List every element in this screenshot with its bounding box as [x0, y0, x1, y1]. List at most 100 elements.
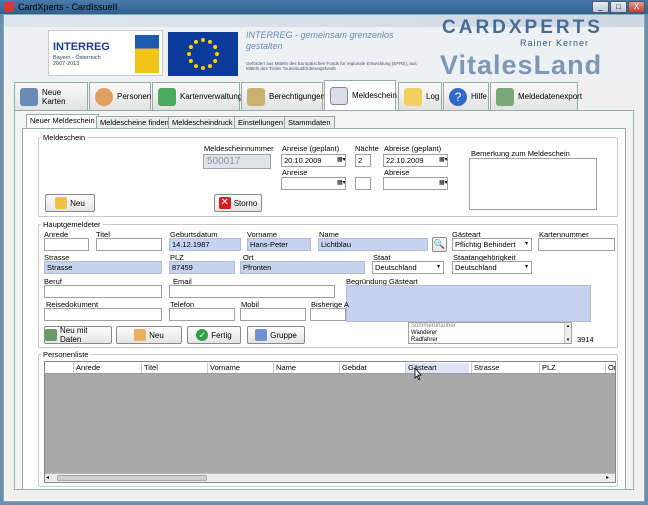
subtab-meldescheine-finden[interactable]: Meldescheine finden — [96, 116, 173, 128]
subtab-einstellungen[interactable]: Einstellungen — [234, 116, 288, 128]
plz-input[interactable]: 87459 — [169, 261, 235, 274]
naechte-input[interactable]: 2 — [355, 154, 371, 167]
staatangehoerigkeit-select[interactable]: Deutschland ▾ — [452, 261, 532, 274]
staat-select[interactable]: Deutschland ▾ — [372, 261, 444, 274]
list-item[interactable]: Wanderer — [411, 330, 569, 337]
chevron-down-icon[interactable]: ▾ — [523, 264, 530, 271]
title-bar: CardXperts - CardIssueII _ □ X — [0, 0, 648, 14]
scroll-right-icon[interactable]: ▸ — [606, 474, 614, 482]
naechte-actual-input[interactable] — [355, 177, 371, 190]
tab-label: Personen — [117, 92, 152, 101]
kartennummer-input[interactable] — [538, 238, 615, 251]
neu-mit-daten-button[interactable]: Neu mit Daten — [44, 326, 112, 344]
clipboard-icon — [404, 87, 422, 106]
tab-label: Meldedatenexport — [518, 92, 583, 101]
eu-stars-icon — [187, 38, 219, 70]
titel-input[interactable] — [96, 238, 162, 251]
storno-button[interactable]: ✕ Storno — [214, 194, 262, 212]
tab-log[interactable]: Log — [398, 82, 442, 110]
chevron-down-icon[interactable]: ▾ — [435, 264, 442, 271]
email-input[interactable] — [169, 285, 335, 298]
help-icon: ? — [449, 87, 467, 106]
bisherige-input[interactable] — [310, 308, 346, 321]
abreise-geplant-picker[interactable]: 22.10.2009 ▦▾ — [383, 154, 448, 167]
new-doc-icon — [55, 197, 68, 209]
subtab-stammdaten[interactable]: Stammdaten — [284, 116, 335, 128]
anreise-geplant-picker[interactable]: 20.10.2009 ▦▾ — [281, 154, 346, 167]
cardxperts-logo: CARDXPERTS — [442, 17, 603, 38]
gaesteart-listbox[interactable]: Sommerurlauber Wanderer Radfahrer ▴ ▾ — [408, 322, 572, 344]
strasse-input[interactable]: Strasse — [44, 261, 162, 274]
tab-hilfe[interactable]: ? Hilfe — [443, 82, 489, 110]
calendar-icon[interactable]: ▦▾ — [439, 157, 447, 164]
grid-horizontal-scrollbar[interactable]: ◂ ▸ — [45, 473, 615, 482]
col-plz[interactable]: PLZ — [539, 363, 605, 373]
check-icon: ✓ — [196, 329, 209, 341]
tab-meldeschein[interactable]: Meldeschein — [324, 80, 397, 110]
tab-berechtigungen[interactable]: Berechtigungen — [241, 82, 325, 110]
tab-kartenverwaltung[interactable]: Kartenverwaltung — [152, 82, 243, 110]
button-label: Neu — [149, 330, 164, 340]
chevron-down-icon[interactable]: ▾ — [523, 241, 530, 248]
mobil-input[interactable] — [240, 308, 306, 321]
vitalesland-logo: VitalesLand — [440, 50, 603, 80]
name-input[interactable]: Lichtblau — [318, 238, 428, 251]
bemerkung-textarea[interactable] — [469, 158, 597, 210]
personen-grid[interactable] — [44, 361, 616, 483]
meldeschein-new-button[interactable]: Neu — [45, 194, 95, 212]
calendar-icon[interactable]: ▦▾ — [337, 157, 345, 164]
group-title: Meldeschein — [43, 133, 86, 142]
vorname-input[interactable]: Hans-Peter — [247, 238, 311, 251]
gruppe-button[interactable]: Gruppe — [247, 326, 305, 344]
col-titel[interactable]: Titel — [141, 363, 207, 373]
reisedokument-input[interactable] — [44, 308, 162, 321]
abreise-label: Abreise — [384, 168, 410, 177]
geburtsdatum-input[interactable]: 14.12.1987 — [169, 238, 241, 251]
telefon-input[interactable] — [169, 308, 235, 321]
subtab-neuer-meldeschein[interactable]: Neuer Meldeschein — [26, 114, 99, 128]
tab-personen[interactable]: Personen — [89, 82, 151, 110]
close-button[interactable]: X — [628, 1, 645, 13]
maximize-button[interactable]: □ — [610, 1, 627, 13]
calendar-icon[interactable]: ▦▾ — [439, 180, 447, 187]
bemerkung-label: Bemerkung zum Meldeschein — [471, 149, 570, 158]
col-ort[interactable]: Ort — [605, 363, 615, 373]
tab-label: Hilfe — [471, 92, 488, 101]
col-anrede[interactable]: Anrede — [73, 363, 141, 373]
document-icon — [330, 86, 348, 105]
tab-meldedatenexport[interactable]: Meldedatenexport — [490, 82, 582, 110]
col-vorname[interactable]: Vorname — [207, 363, 273, 373]
col-name[interactable]: Name — [273, 363, 339, 373]
ort-input[interactable]: Pfronten — [240, 261, 365, 274]
person-icon — [95, 87, 113, 106]
search-icon: 🔍 — [433, 239, 446, 249]
calendar-icon[interactable]: ▦▾ — [337, 180, 345, 187]
begruendung-textarea[interactable] — [346, 285, 591, 322]
list-item[interactable]: Radfahrer — [411, 337, 569, 343]
button-label: Neu — [70, 198, 85, 208]
listbox-scrollbar[interactable]: ▴ ▾ — [564, 323, 571, 343]
subtab-meldescheindruck[interactable]: Meldescheindruck — [168, 116, 237, 128]
scroll-left-icon[interactable]: ◂ — [46, 474, 54, 482]
list-item[interactable]: Sommerurlauber — [411, 323, 569, 330]
anrede-input[interactable] — [44, 238, 89, 251]
fertig-button[interactable]: ✓ Fertig — [187, 326, 241, 344]
window-controls: _ □ X — [590, 0, 648, 14]
anreise-geplant-label: Anreise (geplant) — [282, 144, 340, 153]
col-strasse[interactable]: Strasse — [471, 363, 539, 373]
key-icon — [247, 87, 265, 106]
minimize-button[interactable]: _ — [592, 1, 609, 13]
col-gebdat[interactable]: Gebdat — [339, 363, 405, 373]
search-button[interactable]: 🔍 — [432, 237, 447, 252]
scroll-thumb[interactable] — [57, 475, 207, 481]
tab-label: Kartenverwaltung — [180, 92, 243, 101]
gaesteart-select[interactable]: Pflichtig Behindert ▾ — [452, 238, 532, 251]
grid-header: Anrede Titel Vorname Name Gebdat Gästear… — [45, 362, 615, 374]
beruf-input[interactable] — [44, 285, 162, 298]
neu-button[interactable]: Neu — [116, 326, 182, 344]
group-title: Hauptgemeldeter — [43, 220, 101, 229]
tab-neue-karten[interactable]: Neue Karten — [14, 82, 88, 110]
anreise-picker[interactable]: ▦▾ — [281, 177, 346, 190]
abreise-picker[interactable]: ▦▾ — [383, 177, 448, 190]
select-value: Deutschland — [375, 263, 417, 272]
